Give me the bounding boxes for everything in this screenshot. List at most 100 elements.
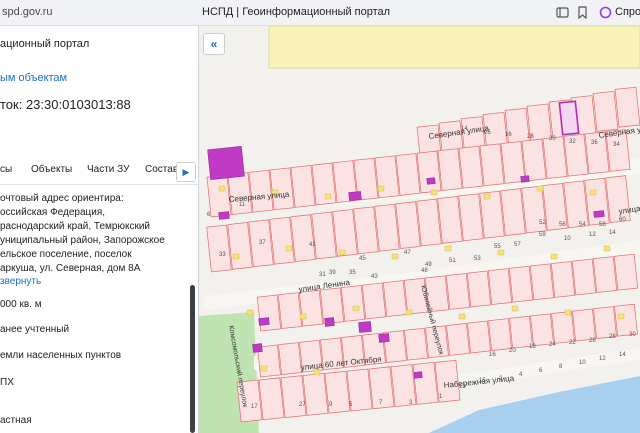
parcel[interactable] bbox=[269, 216, 295, 265]
lot-number: 43 bbox=[371, 274, 378, 280]
parcel[interactable] bbox=[258, 377, 285, 421]
parcel[interactable] bbox=[412, 362, 439, 405]
assistant-label[interactable]: Спро bbox=[615, 6, 640, 18]
parcel[interactable] bbox=[584, 177, 610, 226]
parcel[interactable] bbox=[416, 150, 442, 194]
parcel[interactable] bbox=[446, 323, 470, 356]
lot-number: 16 bbox=[505, 132, 512, 138]
tab-list-icon[interactable] bbox=[554, 4, 570, 20]
info-tabs: сы Объекты Части ЗУ Состав ▶ bbox=[0, 157, 198, 185]
lot-number: 11 bbox=[239, 202, 246, 208]
parcel[interactable] bbox=[374, 203, 400, 252]
selected-parcel[interactable] bbox=[558, 100, 580, 136]
parcel[interactable] bbox=[290, 214, 316, 262]
parcel[interactable] bbox=[571, 258, 597, 296]
structure bbox=[246, 309, 254, 316]
alice-assistant-icon[interactable] bbox=[597, 4, 613, 20]
parcel[interactable] bbox=[311, 162, 337, 206]
structure bbox=[603, 245, 611, 252]
collapse-panel-button[interactable]: « bbox=[203, 33, 225, 55]
parcel[interactable] bbox=[290, 165, 316, 208]
tab-info[interactable]: сы bbox=[0, 164, 12, 175]
parcel[interactable] bbox=[479, 190, 505, 239]
parcel[interactable] bbox=[206, 174, 232, 218]
parcel[interactable] bbox=[488, 318, 512, 351]
lot-number: 34 bbox=[613, 142, 620, 148]
parcel[interactable] bbox=[332, 209, 358, 257]
parcel[interactable] bbox=[395, 153, 421, 196]
parcel[interactable] bbox=[542, 136, 568, 179]
parcel[interactable] bbox=[613, 253, 639, 291]
parcel[interactable] bbox=[404, 327, 428, 361]
parcel[interactable] bbox=[437, 148, 463, 191]
parcel[interactable] bbox=[592, 91, 619, 132]
lot-number: 32 bbox=[569, 139, 576, 145]
parcel[interactable] bbox=[382, 280, 408, 317]
parcel[interactable] bbox=[592, 256, 618, 293]
structure bbox=[405, 309, 413, 316]
tab-parts[interactable]: Части ЗУ bbox=[87, 164, 129, 175]
parcel[interactable] bbox=[479, 143, 505, 187]
parcel[interactable] bbox=[605, 175, 631, 223]
structure bbox=[352, 305, 360, 312]
parcel[interactable] bbox=[458, 193, 484, 242]
parcel[interactable] bbox=[563, 180, 589, 229]
map-canvas[interactable]: Северная улицаСеверная улицаСеверная ули… bbox=[199, 26, 640, 433]
building bbox=[426, 177, 436, 185]
lot-number: 14 bbox=[619, 352, 626, 358]
address-line: очтовый адрес ориентира: bbox=[0, 193, 124, 204]
lot-number: 20 bbox=[509, 348, 516, 354]
parcel[interactable] bbox=[416, 198, 442, 247]
objects-link[interactable]: ым объектам bbox=[0, 72, 67, 84]
cadastral-map[interactable]: Северная улица Северная улица Северная ули… bbox=[199, 26, 640, 433]
parcel[interactable] bbox=[206, 224, 232, 273]
bookmark-icon[interactable] bbox=[574, 4, 590, 20]
lot-number: 33 bbox=[219, 252, 226, 258]
cadastral-number: ток: 23:30:0103013:88 bbox=[0, 97, 131, 112]
parcel[interactable] bbox=[437, 196, 463, 244]
parcel[interactable] bbox=[361, 282, 387, 320]
parcel[interactable] bbox=[395, 201, 421, 249]
parcel[interactable] bbox=[521, 138, 547, 182]
parcel[interactable] bbox=[298, 289, 324, 327]
structure bbox=[377, 185, 385, 192]
tab-composition[interactable]: Состав bbox=[145, 164, 178, 175]
parcel[interactable] bbox=[551, 311, 575, 344]
parcel[interactable] bbox=[340, 285, 366, 322]
address-line: оссийская Федерация, bbox=[0, 207, 106, 218]
parcel[interactable] bbox=[487, 268, 513, 305]
parcel[interactable] bbox=[458, 145, 484, 189]
panel-scrollbar[interactable] bbox=[190, 285, 195, 433]
parcel[interactable] bbox=[445, 273, 471, 310]
parcel[interactable] bbox=[374, 155, 400, 199]
collapse-link[interactable]: звернуть bbox=[0, 276, 41, 287]
parcel[interactable] bbox=[269, 167, 295, 211]
parcel[interactable] bbox=[500, 188, 526, 236]
parcel[interactable] bbox=[550, 261, 576, 298]
building bbox=[252, 343, 263, 353]
parcel[interactable] bbox=[563, 133, 589, 177]
structure bbox=[444, 245, 452, 252]
parcel[interactable] bbox=[614, 86, 640, 128]
parcel[interactable] bbox=[508, 265, 534, 303]
parcel[interactable] bbox=[277, 292, 303, 329]
parcel[interactable] bbox=[353, 206, 379, 255]
parcel[interactable] bbox=[529, 263, 555, 301]
parcel[interactable] bbox=[302, 373, 329, 416]
street-label: улица bbox=[618, 204, 640, 216]
tab-objects[interactable]: Объекты bbox=[31, 164, 72, 175]
address-bar[interactable]: spd.gov.ru bbox=[2, 6, 53, 18]
parcel[interactable] bbox=[466, 270, 492, 308]
parcel[interactable] bbox=[530, 313, 554, 347]
parcel[interactable] bbox=[467, 320, 491, 354]
chevron-right-icon: ▶ bbox=[182, 166, 190, 177]
structure bbox=[391, 253, 399, 260]
parcel[interactable] bbox=[572, 308, 596, 342]
lot-number: 10 bbox=[564, 236, 571, 242]
address-line: аркуша, ул. Северная, дом 8А bbox=[0, 263, 141, 274]
tabs-next-button[interactable]: ▶ bbox=[176, 162, 196, 182]
parcel[interactable] bbox=[227, 222, 253, 270]
parcel[interactable] bbox=[280, 375, 307, 418]
parcel[interactable] bbox=[311, 211, 337, 260]
parcel[interactable] bbox=[278, 342, 302, 375]
